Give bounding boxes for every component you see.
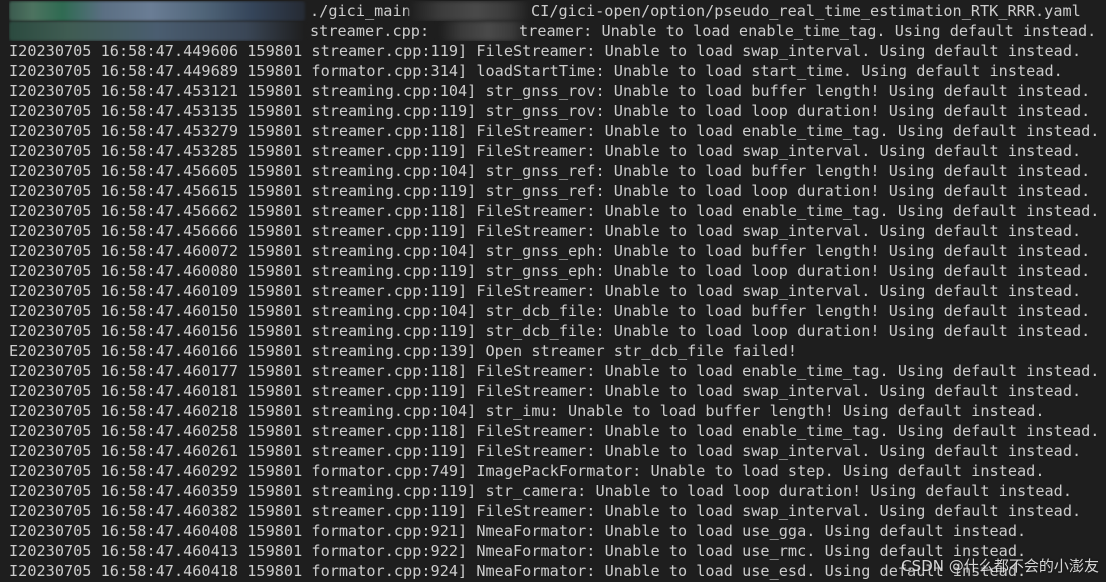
redacted-prompt: [9, 1, 305, 21]
log-line-partial-left: streamer.cpp:: [310, 22, 430, 40]
log-line: I20230705 16:58:47.456666 159801 streame…: [9, 222, 1082, 240]
log-line: I20230705 16:58:47.460359 159801 streami…: [9, 482, 1072, 500]
log-line: I20230705 16:58:47.456662 159801 streame…: [9, 202, 1100, 220]
log-line-partial-right: treamer: Unable to load enable_time_tag.…: [519, 22, 1097, 40]
command-text-2: CI/gici-open/option/pseudo_real_time_est…: [531, 2, 1081, 20]
log-line: E20230705 16:58:47.460166 159801 streami…: [9, 342, 798, 360]
log-line: I20230705 16:58:47.460109 159801 streame…: [9, 282, 1082, 300]
log-line: I20230705 16:58:47.460292 159801 formato…: [9, 462, 1045, 480]
log-line: I20230705 16:58:47.460177 159801 streame…: [9, 362, 1100, 380]
log-line: I20230705 16:58:47.460382 159801 streame…: [9, 502, 1082, 520]
log-line: I20230705 16:58:47.449606 159801 streame…: [9, 42, 1082, 60]
log-line-partial: streamer.cpp: treamer: Unable to load en…: [9, 21, 1106, 41]
log-line: I20230705 16:58:47.460156 159801 streami…: [9, 322, 1091, 340]
log-line: I20230705 16:58:47.456615 159801 streami…: [9, 182, 1091, 200]
log-line: I20230705 16:58:47.453135 159801 streami…: [9, 102, 1091, 120]
redacted-overlap: [9, 21, 305, 41]
log-line: I20230705 16:58:47.460261 159801 streame…: [9, 442, 1082, 460]
log-line: I20230705 16:58:47.456605 159801 streami…: [9, 162, 1091, 180]
log-line: I20230705 16:58:47.460150 159801 streami…: [9, 302, 1091, 320]
log-line: I20230705 16:58:47.453121 159801 streami…: [9, 82, 1091, 100]
command-text-1: ./gici_main: [310, 2, 411, 20]
redacted-overlap-2: [439, 21, 529, 41]
csdn-watermark: CSDN @什么都不会的小澎友: [901, 557, 1099, 575]
command-line: ./gici_main CI/gici-open/option/pseudo_r…: [9, 1, 1106, 21]
log-line: I20230705 16:58:47.453285 159801 streame…: [9, 142, 1082, 160]
log-line: I20230705 16:58:47.453279 159801 streame…: [9, 122, 1100, 140]
log-line: I20230705 16:58:47.460218 159801 streami…: [9, 402, 1045, 420]
redacted-path: [409, 1, 531, 21]
log-line: I20230705 16:58:47.460408 159801 formato…: [9, 522, 1027, 540]
log-line: I20230705 16:58:47.460258 159801 streame…: [9, 422, 1100, 440]
log-line: I20230705 16:58:47.460072 159801 streami…: [9, 242, 1091, 260]
terminal-window[interactable]: ./gici_main CI/gici-open/option/pseudo_r…: [0, 0, 1106, 582]
log-line: I20230705 16:58:47.460080 159801 streami…: [9, 262, 1091, 280]
terminal-output: ./gici_main CI/gici-open/option/pseudo_r…: [9, 1, 1106, 581]
log-line: I20230705 16:58:47.460181 159801 streame…: [9, 382, 1082, 400]
log-line: I20230705 16:58:47.449689 159801 formato…: [9, 62, 1063, 80]
